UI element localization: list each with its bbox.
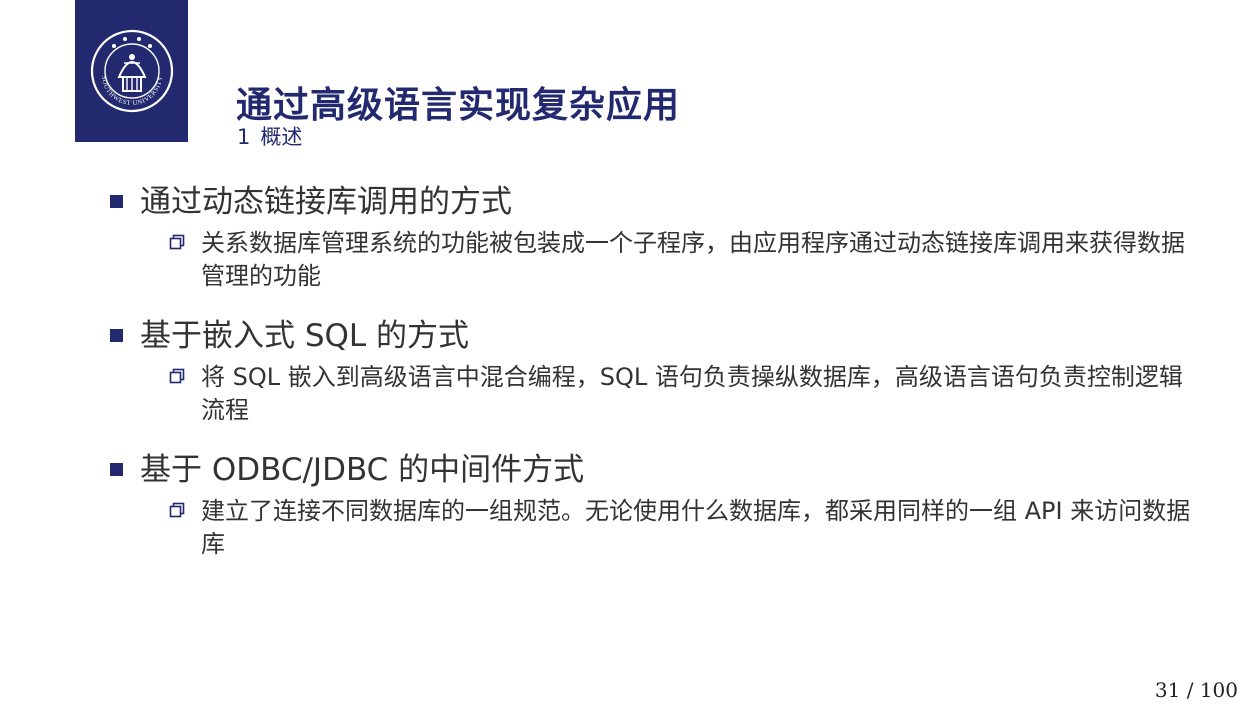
square-bullet-icon [110,329,123,342]
stacked-square-bullet-icon [169,502,185,518]
stacked-square-bullet-icon [169,368,185,384]
section-name: 概述 [260,125,303,149]
square-bullet-icon [110,463,123,476]
square-bullet-icon [110,195,123,208]
list-item: 基于 ODBC/JDBC 的中间件方式 建立了连接不同数据库的一组规范。无论使用… [108,451,1208,561]
section-number: 1 [237,125,251,149]
page-title: 通过高级语言实现复杂应用 [236,85,681,126]
item-heading: 基于 ODBC/JDBC 的中间件方式 [140,452,585,488]
item-heading: 基于嵌入式 SQL 的方式 [140,318,470,354]
section-subtitle: 1 概述 [237,121,302,151]
page-number: 31 / 100 [1154,678,1238,702]
item-detail: 建立了连接不同数据库的一组规范。无论使用什么数据库，都采用同样的一组 API 来… [201,497,1191,558]
list-item: 通过动态链接库调用的方式 关系数据库管理系统的功能被包装成一个子程序，由应用程序… [108,183,1208,293]
item-detail: 关系数据库管理系统的功能被包装成一个子程序，由应用程序通过动态链接库调用来获得数… [201,229,1185,290]
list-item: 基于嵌入式 SQL 的方式 将 SQL 嵌入到高级语言中混合编程，SQL 语句负… [108,317,1208,427]
item-heading: 通过动态链接库调用的方式 [140,184,512,220]
item-detail: 将 SQL 嵌入到高级语言中混合编程，SQL 语句负责操纵数据库，高级语言语句负… [201,363,1183,424]
logo-block: SOUTHWEST UNIVERSITY [75,0,188,142]
university-seal-icon: SOUTHWEST UNIVERSITY [90,29,174,113]
stacked-square-bullet-icon [169,234,185,250]
